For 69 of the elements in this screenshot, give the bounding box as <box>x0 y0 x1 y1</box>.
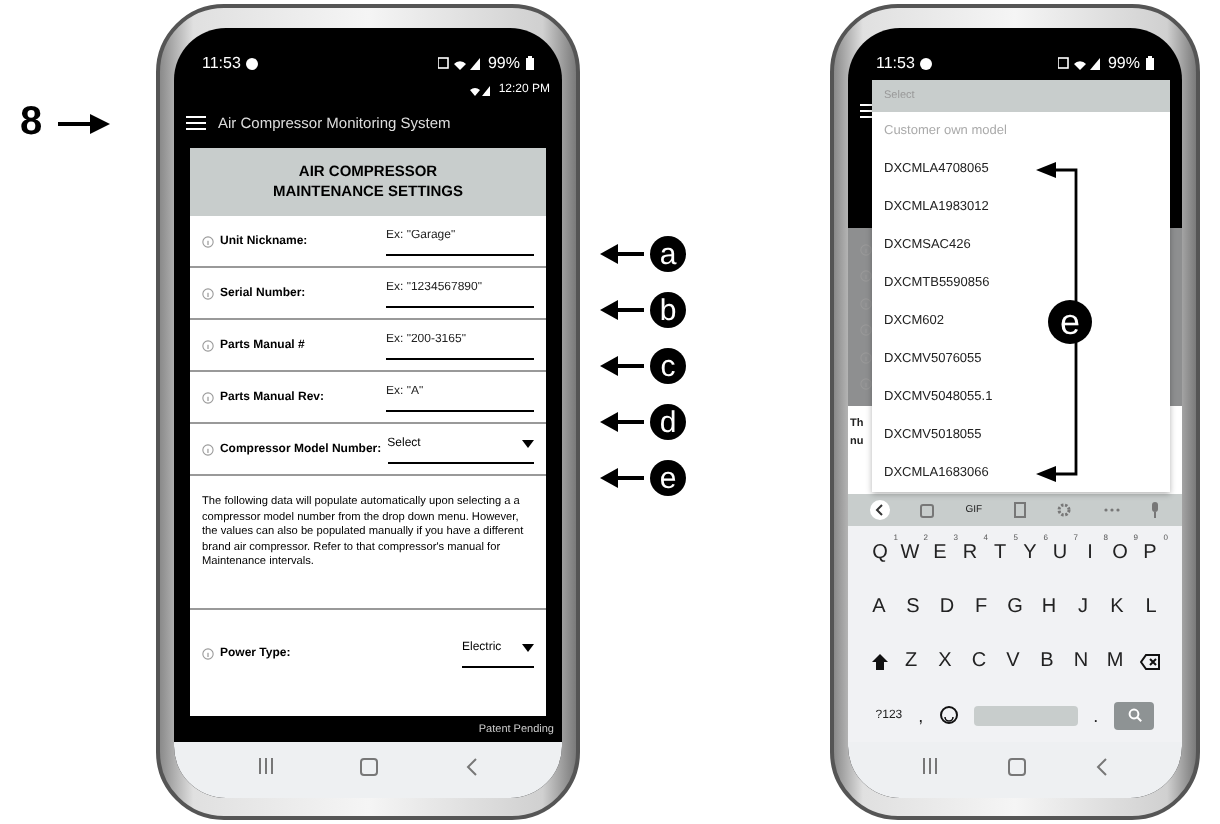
keyboard-key[interactable]: S <box>903 596 923 618</box>
info-icon <box>860 378 872 391</box>
back-icon[interactable] <box>869 500 890 520</box>
clock-text: 11:53 <box>876 54 915 72</box>
pointer-arrow <box>600 244 644 264</box>
caret-icon <box>522 440 534 448</box>
status-icons <box>1057 56 1102 70</box>
home-icon[interactable] <box>360 757 379 775</box>
search-icon <box>1127 708 1142 722</box>
callout-marker: c <box>650 348 686 384</box>
info-icon <box>202 443 214 455</box>
emoji-icon[interactable] <box>939 706 958 724</box>
keyboard-key[interactable]: Z <box>901 650 921 672</box>
keyboard-key[interactable]: M <box>1105 650 1125 672</box>
keyboard-key[interactable]: K <box>1107 596 1127 618</box>
info-icon <box>860 297 872 310</box>
pointer-arrow <box>600 468 644 488</box>
app-icon <box>920 57 933 69</box>
figure-number: 8 <box>20 100 43 146</box>
keyboard-key[interactable]: F <box>971 596 991 618</box>
info-icon <box>202 647 214 660</box>
battery-icon <box>526 56 534 70</box>
keyboard-key[interactable]: A <box>869 596 889 618</box>
callout-marker: e <box>1048 300 1092 344</box>
info-icon <box>860 324 872 337</box>
callout-marker: e <box>650 460 686 496</box>
status-icons <box>437 56 482 70</box>
menu-icon[interactable] <box>186 115 206 129</box>
period-key[interactable]: . <box>1093 705 1099 725</box>
comma-key[interactable]: , <box>918 705 924 725</box>
home-icon[interactable] <box>1007 757 1026 775</box>
keyboard-key[interactable]: C <box>969 650 989 672</box>
keyboard-key[interactable]: J <box>1073 596 1093 618</box>
info-icon <box>860 270 872 283</box>
pointer-arrow <box>600 300 644 320</box>
keyboard-key[interactable]: V <box>1003 650 1023 672</box>
callout-marker: b <box>650 292 686 328</box>
keyboard-key[interactable]: N <box>1071 650 1091 672</box>
search-key[interactable] <box>1114 701 1155 729</box>
battery-text: 99% <box>1107 54 1140 72</box>
signal-icon <box>470 85 495 95</box>
callout-marker: a <box>650 236 686 272</box>
keyboard-key[interactable]: B <box>1037 650 1057 672</box>
keyboard-key[interactable]: L <box>1141 596 1161 618</box>
info-icon <box>202 391 214 403</box>
recent-apps-icon[interactable] <box>922 758 939 774</box>
keyboard-key[interactable]: G <box>1005 596 1025 618</box>
recent-apps-icon[interactable] <box>257 758 274 774</box>
shift-icon[interactable] <box>871 653 887 669</box>
keyboard-key[interactable]: D <box>937 596 957 618</box>
pointer-arrow <box>600 356 644 376</box>
battery-text: 99% <box>487 54 520 72</box>
pointer-arrow <box>600 412 644 432</box>
info-icon <box>860 243 872 256</box>
pointer-arrow <box>58 113 111 133</box>
clock-text: 11:53 <box>202 54 241 72</box>
callout-marker: d <box>650 404 686 440</box>
app-icon <box>246 57 259 69</box>
info-icon <box>202 339 214 351</box>
microphone-icon[interactable] <box>1150 502 1161 518</box>
keyboard-key[interactable]: H <box>1039 596 1059 618</box>
caret-icon <box>522 644 534 653</box>
info-icon <box>202 287 214 299</box>
info-icon <box>860 351 872 364</box>
backspace-icon[interactable] <box>1139 653 1159 669</box>
battery-icon <box>1146 56 1154 70</box>
keyboard-key[interactable]: X <box>935 650 955 672</box>
info-icon <box>202 235 214 247</box>
settings-icon[interactable] <box>1056 502 1073 518</box>
